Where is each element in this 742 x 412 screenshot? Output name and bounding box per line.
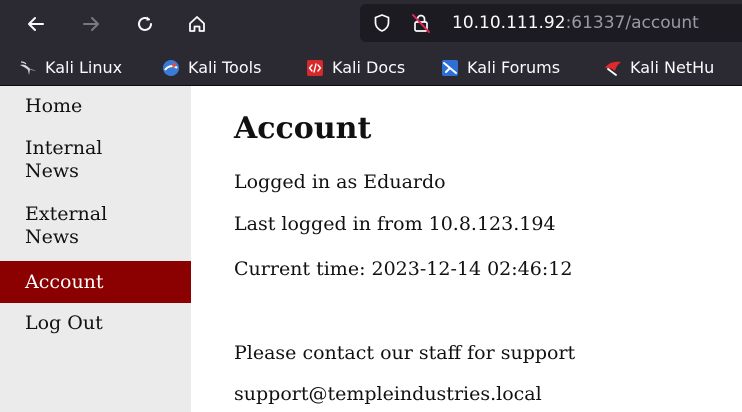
- bookmark-label: Kali Docs: [332, 58, 406, 77]
- kali-tools-icon: [163, 59, 179, 76]
- url-text[interactable]: 10.10.111.92:61337/account: [452, 4, 699, 42]
- last-login-text: Last logged in from 10.8.123.194: [234, 213, 556, 235]
- current-time-text: Current time: 2023-12-14 02:46:12: [234, 258, 573, 280]
- back-arrow-icon: [28, 17, 44, 31]
- bookmark-kali-forums[interactable]: Kali Forums: [441, 50, 560, 85]
- shield-icon[interactable]: [372, 13, 392, 33]
- bookmark-label: Kali Tools: [188, 58, 262, 77]
- sidebar-item-label-line1: Internal: [25, 137, 103, 159]
- bookmark-label: Kali Forums: [467, 58, 561, 77]
- sidebar-item-label: Account: [25, 271, 104, 293]
- bookmark-kali-tools[interactable]: Kali Tools: [162, 50, 261, 85]
- home-button[interactable]: [180, 7, 214, 41]
- url-bar[interactable]: 10.10.111.92:61337/account: [360, 4, 742, 42]
- url-host: 10.10.111.92: [452, 13, 566, 33]
- bookmark-kali-linux[interactable]: Kali Linux: [19, 50, 122, 85]
- main-content: Account Logged in as Eduardo Last logged…: [191, 86, 742, 412]
- sidebar-item-home[interactable]: Home: [0, 95, 191, 118]
- bookmark-label: Kali Linux: [45, 58, 123, 77]
- reload-icon: [138, 16, 152, 31]
- sidebar-item-log-out[interactable]: Log Out: [0, 312, 191, 335]
- page-title: Account: [234, 111, 372, 146]
- bookmark-kali-docs[interactable]: Kali Docs: [306, 50, 405, 85]
- support-email[interactable]: support@templeindustries.local: [234, 382, 542, 406]
- insecure-lock-icon[interactable]: [410, 12, 432, 34]
- logged-in-as-text: Logged in as Eduardo: [234, 171, 446, 193]
- kali-nethunter-icon: [605, 61, 621, 76]
- bookmark-label: Kali NetHu: [630, 58, 715, 77]
- kali-forums-icon: [442, 59, 458, 76]
- forward-button[interactable]: [74, 7, 108, 41]
- reload-button[interactable]: [128, 7, 162, 41]
- sidebar-item-external-news[interactable]: External News: [0, 203, 191, 249]
- kali-docs-icon: [307, 59, 323, 76]
- sidebar-item-internal-news[interactable]: Internal News: [0, 137, 191, 183]
- forward-arrow-icon: [83, 17, 99, 31]
- kali-dragon-icon: [20, 60, 36, 75]
- sidebar-item-label-line1: External: [25, 203, 108, 225]
- back-button[interactable]: [19, 7, 53, 41]
- home-icon: [189, 16, 205, 32]
- sidebar-item-label-line2: News: [25, 226, 79, 248]
- sidebar-item-account[interactable]: Account: [0, 261, 191, 303]
- sidebar-nav: Home Internal News External News Account…: [0, 86, 191, 412]
- bookmarks-bar: Kali Linux Kali Tools Kali Docs Kali For…: [0, 50, 742, 86]
- sidebar-item-label: Log Out: [25, 312, 103, 334]
- support-contact-text: Please contact our staff for support: [234, 342, 576, 364]
- sidebar-item-label-line2: News: [25, 160, 79, 182]
- browser-toolbar: 10.10.111.92:61337/account: [0, 0, 742, 50]
- sidebar-item-label: Home: [25, 95, 83, 117]
- bookmark-kali-nethunter[interactable]: Kali NetHu: [604, 50, 714, 85]
- url-port-path: :61337/account: [565, 13, 699, 33]
